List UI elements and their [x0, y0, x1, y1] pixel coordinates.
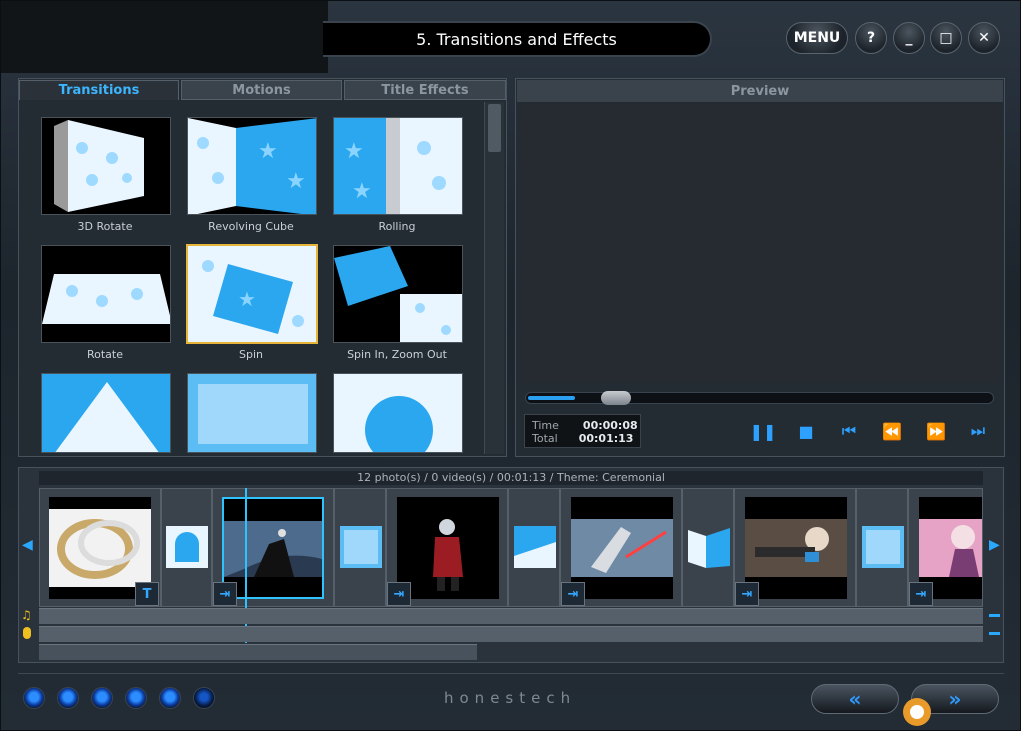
music-icon: ♫ [21, 608, 32, 622]
footer-divider [18, 673, 1004, 674]
scrollbar-thumb[interactable] [488, 104, 501, 152]
transition-slot[interactable] [856, 488, 908, 607]
preview-screen [519, 103, 1002, 383]
svg-text:★: ★ [286, 169, 306, 194]
time-value: 00:00:08 [582, 419, 638, 432]
window-title: 5. Transitions and Effects [323, 21, 712, 57]
effect-label: 3D Rotate [77, 220, 133, 233]
effect-thumb-revolving-cube[interactable]: ★ ★ [187, 117, 317, 215]
scroll-left-icon[interactable]: ◀ [22, 537, 33, 553]
total-label: Total [532, 432, 558, 445]
storyboard-clip[interactable]: ⇥ [212, 488, 334, 607]
forward-button[interactable]: ⏩ [925, 421, 947, 441]
transition-badge[interactable]: ⇥ [561, 582, 585, 606]
effects-scrollbar[interactable] [484, 102, 504, 454]
tab-motions[interactable]: Motions [181, 80, 342, 100]
microphone-icon [23, 627, 31, 639]
track-minimize-icon[interactable] [989, 632, 1000, 635]
minimize-button[interactable]: _ [893, 22, 925, 54]
close-button[interactable]: ✕ [968, 22, 1000, 54]
scroll-right-icon[interactable]: ▶ [989, 537, 1000, 553]
transition-badge[interactable]: ⇥ [213, 582, 237, 606]
effect-thumb-rolling[interactable]: ★ ★ [333, 117, 463, 215]
svg-text:★: ★ [258, 139, 278, 164]
step-indicator-dot [193, 687, 215, 709]
clip-thumbnail-rider [222, 497, 324, 599]
transition-badge[interactable]: ⇥ [387, 582, 411, 606]
storyboard-info: 12 photo(s) / 0 video(s) / 00:01:13 / Th… [39, 471, 983, 485]
tab-transitions[interactable]: Transitions [19, 80, 179, 100]
next-button[interactable]: ⏭ [967, 421, 989, 441]
effect-label: Spin In, Zoom Out [347, 348, 447, 361]
seekbar-progress [528, 396, 575, 400]
app-window: 5. Transitions and Effects MENU ? _ □ ✕ … [0, 0, 1021, 731]
time-display: Time 00:00:08 Total 00:01:13 [524, 414, 641, 448]
effect-label: Revolving Cube [208, 220, 294, 233]
storyboard-clip[interactable]: T [39, 488, 161, 607]
effect-thumb[interactable] [41, 373, 171, 453]
maximize-button[interactable]: □ [930, 22, 962, 54]
step-indicator-dot [23, 687, 45, 709]
preview-title: Preview [517, 80, 1003, 102]
music-track[interactable] [39, 608, 983, 624]
title-bar-left [1, 1, 328, 73]
total-value: 00:01:13 [578, 432, 634, 445]
transition-badge[interactable]: ⇥ [735, 582, 759, 606]
clip-thumbnail-gunner [745, 497, 847, 599]
transition-thumbnail [514, 526, 556, 568]
menu-button[interactable]: MENU [786, 22, 848, 54]
stop-button[interactable]: ■ [795, 421, 817, 441]
effect-thumb[interactable] [333, 373, 463, 453]
timeline-scrollbar[interactable] [39, 644, 477, 660]
previous-button[interactable]: ⏮ [838, 421, 860, 441]
pause-button[interactable]: ❚❚ [750, 421, 777, 441]
track-minimize-icon[interactable] [989, 614, 1000, 617]
transition-thumbnail [340, 526, 382, 568]
transition-slot[interactable] [682, 488, 734, 607]
effect-thumb-3d-rotate[interactable] [41, 117, 171, 215]
effect-thumb-spin[interactable]: ★ [186, 244, 318, 344]
storyboard-clip[interactable]: ⇥ [734, 488, 856, 607]
rewind-button[interactable]: ⏪ [881, 421, 903, 441]
effect-thumb-rotate[interactable] [41, 245, 171, 343]
preview-seekbar[interactable] [525, 391, 994, 405]
effect-label: Spin [239, 348, 263, 361]
effect-thumb[interactable] [187, 373, 317, 453]
storyboard-clip[interactable]: ⇥ [908, 488, 983, 607]
svg-text:★: ★ [238, 287, 256, 311]
clip-thumbnail-warrior [397, 497, 499, 599]
transition-badge[interactable]: ⇥ [909, 582, 933, 606]
brand-logo: honestech [444, 689, 577, 707]
tab-title-effects[interactable]: Title Effects [344, 80, 506, 100]
help-button[interactable]: ? [855, 22, 887, 54]
effect-thumb-spin-in-zoom-out[interactable] [333, 245, 463, 343]
time-label: Time [532, 419, 559, 432]
svg-text:★: ★ [344, 139, 364, 164]
step-indicator-dot [91, 687, 113, 709]
transition-thumbnail [862, 526, 904, 568]
step-indicator-dot [125, 687, 147, 709]
step-indicator-dot [159, 687, 181, 709]
storyboard-clip[interactable]: ⇥ [386, 488, 508, 607]
transition-thumbnail [166, 526, 208, 568]
narration-track[interactable] [39, 626, 983, 642]
title-effect-badge[interactable]: T [135, 582, 159, 606]
step-indicator-dot [57, 687, 79, 709]
watermark [903, 698, 931, 726]
transition-thumbnail [688, 528, 730, 568]
storyboard-clip[interactable]: ⇥ [560, 488, 682, 607]
transition-slot[interactable] [334, 488, 386, 607]
effect-label: Rotate [86, 348, 123, 361]
effect-label: Rolling [378, 220, 416, 233]
transition-slot[interactable] [161, 488, 212, 607]
clip-thumbnail-mecha [571, 497, 673, 599]
transition-slot[interactable] [508, 488, 560, 607]
svg-text:★: ★ [352, 179, 372, 204]
seekbar-handle[interactable] [601, 391, 631, 405]
